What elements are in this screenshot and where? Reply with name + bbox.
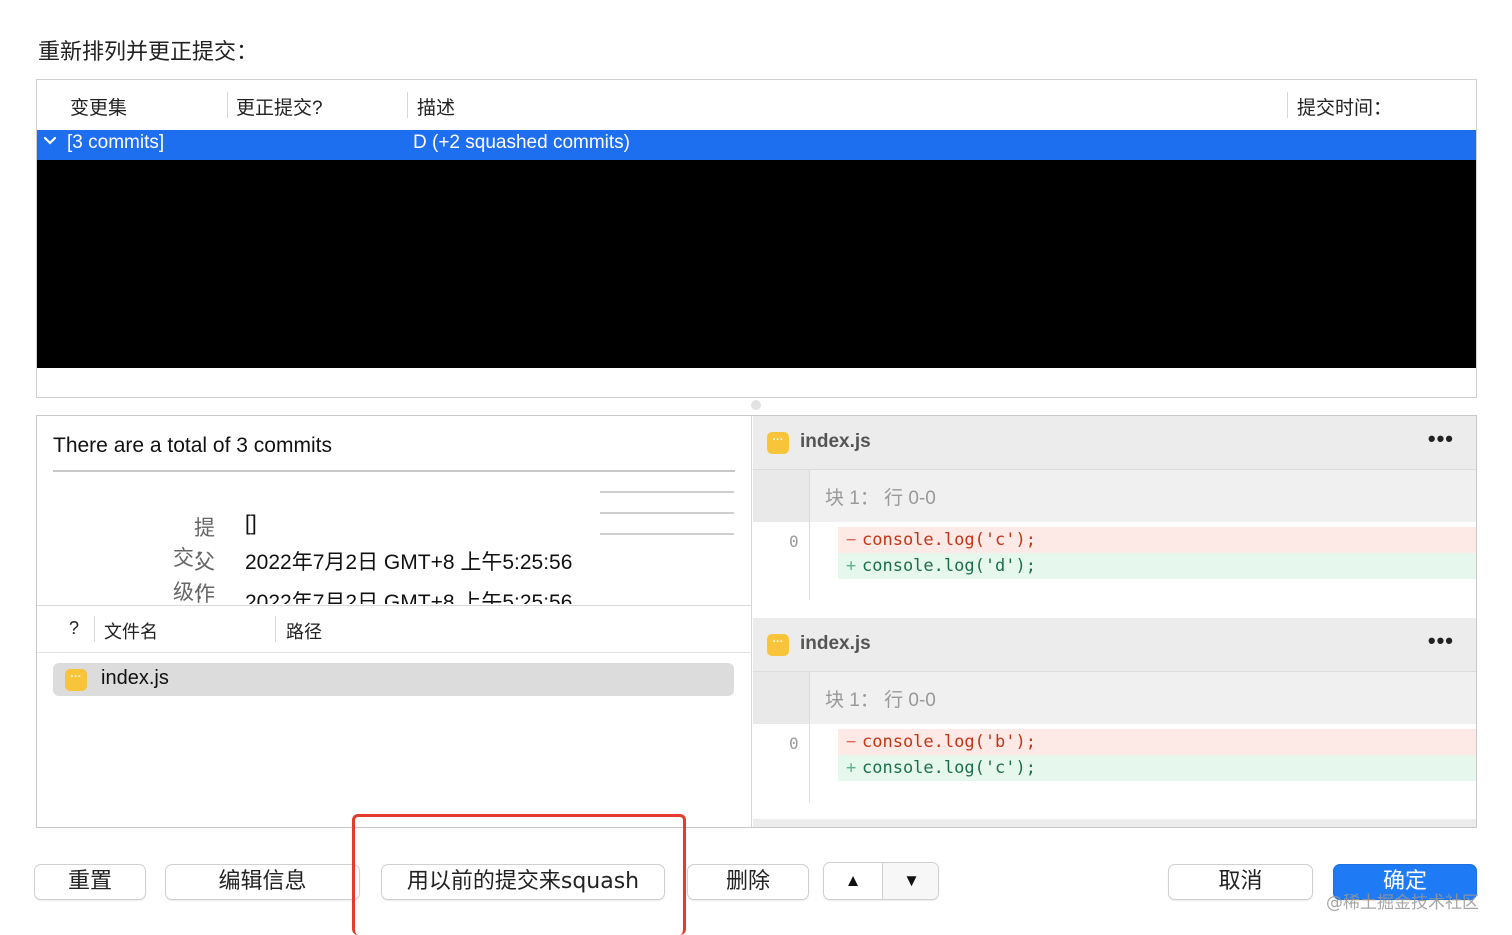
divider <box>600 491 734 493</box>
diff-file-name: index.js <box>800 431 871 452</box>
file-modified-icon: ··· <box>65 669 87 691</box>
divider <box>53 470 735 472</box>
file-name: index.js <box>101 667 169 689</box>
divider <box>600 533 734 535</box>
column-separator[interactable] <box>227 92 228 118</box>
column-separator[interactable] <box>407 92 408 118</box>
delete-button[interactable]: 删除 <box>687 864 809 900</box>
author-value: 2022年7月2日 GMT+8 上午5:25:56 <box>245 591 573 604</box>
line-number: 0 <box>789 734 799 753</box>
move-up-button[interactable]: ▲ <box>824 863 882 899</box>
added-line[interactable]: + console.log('d'); <box>838 553 1476 579</box>
added-code: console.log('d'); <box>862 556 1036 576</box>
edit-message-button[interactable]: 编辑信息 <box>165 864 360 900</box>
code-block: 0 − console.log('c'); + console.log('d'); <box>753 522 1476 600</box>
diff-file-header: ··· index.js ••• <box>753 618 1476 672</box>
chevron-down-icon[interactable] <box>43 134 57 153</box>
removed-code: console.log('b'); <box>862 732 1036 752</box>
diff-file-header-partial <box>753 819 1476 827</box>
hunk-header: 块 1： 行 0-0 <box>753 470 1476 522</box>
column-header-description[interactable]: 描述 <box>417 93 455 120</box>
commit-summary: There are a total of 3 commits <box>53 434 332 457</box>
commit-row-selected[interactable]: [3 commits] D (+2 squashed commits) <box>37 130 1476 160</box>
minus-icon: − <box>846 732 857 752</box>
redacted-area <box>37 160 1476 368</box>
removed-line[interactable]: − console.log('b'); <box>838 729 1476 755</box>
author-label: 作者： <box>194 583 215 604</box>
reorder-buttons: ▲ ▼ <box>823 862 939 900</box>
code-block: 0 − console.log('b'); + console.log('c'); <box>753 724 1476 802</box>
gutter: 0 <box>753 522 810 600</box>
diff-file-name: index.js <box>800 633 871 654</box>
cancel-button[interactable]: 取消 <box>1168 864 1313 900</box>
details-pane: There are a total of 3 commits 提交： [] 父级… <box>36 415 1477 828</box>
file-list-header: ? 文件名 路径 <box>37 605 752 653</box>
added-code: console.log('c'); <box>862 758 1036 778</box>
commit-description: D (+2 squashed commits) <box>413 132 630 153</box>
file-modified-icon: ··· <box>767 634 789 656</box>
commit-changeset: [3 commits] <box>67 132 165 153</box>
reset-button[interactable]: 重置 <box>34 864 146 900</box>
commit-details: There are a total of 3 commits 提交： [] 父级… <box>37 416 752 827</box>
column-separator[interactable] <box>94 616 95 642</box>
move-down-button[interactable]: ▼ <box>882 863 938 899</box>
removed-line[interactable]: − console.log('c'); <box>838 527 1476 553</box>
hunk-header: 块 1： 行 0-0 <box>753 672 1476 724</box>
diff-file-header: ··· index.js ••• <box>753 416 1476 470</box>
column-separator[interactable] <box>1287 92 1288 118</box>
hunk-label: 块 1： 行 0-0 <box>825 690 936 711</box>
removed-code: console.log('c'); <box>862 530 1036 550</box>
parent-value: 2022年7月2日 GMT+8 上午5:25:56 <box>245 551 573 574</box>
gutter: 0 <box>753 724 810 802</box>
column-header-filename[interactable]: 文件名 <box>104 618 158 644</box>
gutter <box>753 470 810 522</box>
commit-info-area: There are a total of 3 commits 提交： [] 父级… <box>37 416 752 604</box>
divider <box>600 512 734 514</box>
commit-table: 变更集 更正提交? 描述 提交时间： [3 commits] D (+2 squ… <box>36 79 1477 398</box>
column-header-path[interactable]: 路径 <box>286 618 322 644</box>
plus-icon: + <box>846 758 857 778</box>
minus-icon: − <box>846 530 857 550</box>
diff-pane: ··· index.js ••• 块 1： 行 0-0 0 − console.l… <box>753 416 1476 827</box>
watermark: @稀土掘金技术社区 <box>1326 893 1479 913</box>
file-list-item[interactable]: ··· index.js <box>53 663 734 696</box>
gutter <box>753 672 810 724</box>
line-number: 0 <box>789 532 799 551</box>
more-options-icon[interactable]: ••• <box>1428 426 1454 452</box>
splitter-handle[interactable] <box>751 400 761 410</box>
more-options-icon[interactable]: ••• <box>1428 628 1454 654</box>
column-header-changeset[interactable]: 变更集 <box>70 93 127 120</box>
column-header-amend[interactable]: 更正提交? <box>236 93 323 120</box>
commit-table-header: 变更集 更正提交? 描述 提交时间： <box>37 80 1476 130</box>
dialog-title: 重新排列并更正提交： <box>38 39 259 64</box>
commit-value: [] <box>245 512 257 535</box>
hunk-label: 块 1： 行 0-0 <box>825 488 936 509</box>
plus-icon: + <box>846 556 857 576</box>
column-separator[interactable] <box>275 616 276 642</box>
annotation-highlight <box>352 814 686 935</box>
file-modified-icon: ··· <box>767 432 789 454</box>
added-line[interactable]: + console.log('c'); <box>838 755 1476 781</box>
column-header-commit-time[interactable]: 提交时间： <box>1297 93 1392 120</box>
column-header-status[interactable]: ? <box>69 618 79 639</box>
